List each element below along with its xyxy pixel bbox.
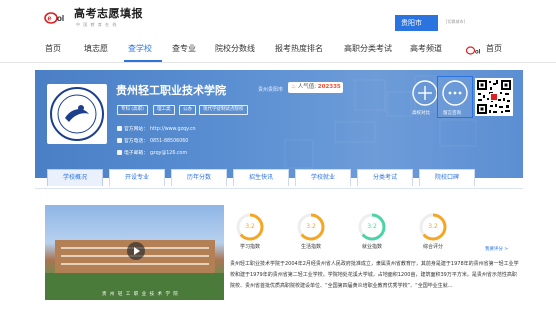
life-index-label: 生活指数 [300,244,321,250]
popularity-value: 202335 [317,84,341,90]
school-tabs: 学校概况 开设专业 历年分数 招生快讯 学校就业 分类考试 院校口碑 [35,166,523,188]
tab-reputation[interactable]: 院校口碑 [419,169,475,186]
tab-majors[interactable]: 开设专业 [109,169,165,186]
nav-item-vocational-exam[interactable]: 高职分类考试 [344,43,392,54]
svg-text:ol: ol [57,14,64,23]
brand-subtitle: 中 国 教 育 在 线 [76,22,118,27]
school-logo [47,84,107,144]
email-line: 电子邮箱： gzqy@126.com [117,149,187,156]
brand-title[interactable]: 高考志愿填报 [74,5,143,21]
website-link[interactable]: http://www.gzqy.cn [150,127,196,132]
play-icon[interactable] [127,242,145,260]
nav-item-schools[interactable]: 查学校 [128,43,152,54]
phone-value: 0851-88506060 [150,139,189,144]
nav-item-gaokao-channel[interactable]: 高考频道 [410,43,442,54]
city-switch-link[interactable]: [切换城市] [446,19,465,25]
campus-caption: 贵 州 轻 工 职 业 技 术 学 院 [102,292,179,297]
compare-button-label[interactable]: 高校对比 [412,110,430,116]
overall-score-label: 综合评分 [422,244,443,250]
tag-type: 理工类 [153,105,175,115]
nav-item-score-lines[interactable]: 院校分数线 [215,43,255,54]
website-label: 官方网站： [124,127,148,132]
consult-button-label: 留言咨询 [443,111,461,116]
consult-button[interactable]: 留言咨询 [437,76,473,118]
eol-home-logo-icon[interactable]: ol [466,46,484,55]
tab-admission-news[interactable]: 招生快讯 [233,169,289,186]
eol-logo-icon[interactable]: e ol [44,11,70,24]
phone-label: 官方电话： [124,139,148,144]
tag-apprenticeship: 现代学徒制试点院校 [199,105,248,115]
nav-item-popularity-ranking[interactable]: 报考热度排名 [275,43,323,54]
fire-icon: ♨ [291,84,296,90]
school-hero-banner: 贵州轻工职业技术学院 贵州贵阳市 ♨ 人气值: 202335 专科 (高职) 理… [35,70,523,178]
email-icon [117,150,122,155]
add-compare-icon[interactable] [412,80,438,106]
website-line: 官方网站： http://www.gzqy.cn [117,125,196,132]
employment-index-label: 就业指数 [361,244,382,250]
tag-level: 专科 (高职) [117,105,148,115]
main-nav: 首页 填志愿 查学校 查专业 院校分数线 报考热度排名 高职分类考试 高考频道 … [0,36,556,63]
city-button[interactable]: 贵阳市 [395,15,438,31]
campus-video-thumbnail[interactable]: 贵 州 轻 工 职 业 技 术 学 院 [45,205,224,300]
overall-score-value: 3.2 [428,223,438,230]
school-city: 贵州贵阳市 [258,87,284,93]
study-index-label: 学习指数 [239,244,260,250]
nav-item-fill-volunteer[interactable]: 填志愿 [84,43,108,54]
phone-icon [117,138,122,143]
chat-bubble-icon [442,80,468,106]
top-bar: e ol 高考志愿填报 中 国 教 育 在 线 贵阳市 [切换城市] [0,0,556,36]
nav-item-majors[interactable]: 查专业 [172,43,196,54]
tab-historical-scores[interactable]: 历年分数 [171,169,227,186]
tag-ownership: 公办 [179,105,196,115]
phone-line: 官方电话： 0851-88506060 [117,137,188,144]
website-icon [117,126,122,131]
nav-active-indicator [124,60,162,62]
life-index-value: 3.2 [306,223,316,230]
tab-overview[interactable]: 学校概况 [47,169,103,186]
popularity-badge: ♨ 人气值: 202335 [288,82,343,93]
school-name: 贵州轻工职业技术学院 [116,84,226,97]
nav-item-home[interactable]: 首页 [45,43,61,54]
tabs-divider [35,188,523,189]
tab-employment[interactable]: 学校就业 [295,169,351,186]
study-index-value: 3.2 [245,223,255,230]
rate-school-link[interactable]: 我要评分 > [485,246,508,252]
email-value: gzqy@126.com [150,151,188,156]
tab-classified-exam[interactable]: 分类考试 [357,169,413,186]
building-window-row [61,263,209,265]
employment-index-value: 3.2 [367,223,377,230]
svg-text:e: e [48,16,52,23]
popularity-label: 人气值: [297,84,317,90]
school-description: 贵州轻工职业技术学院于2004年2月经贵州省人民政府批准成立，隶属贵州省教育厅，… [230,261,519,289]
email-label: 电子邮箱： [124,151,148,156]
nav-item-home-right[interactable]: 首页 [486,43,502,54]
qr-code [475,78,513,116]
svg-text:ol: ol [475,50,481,56]
